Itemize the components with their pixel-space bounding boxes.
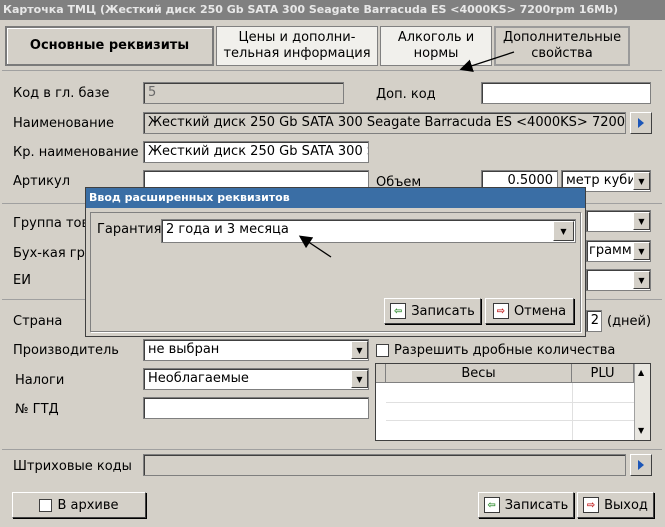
archive-toggle[interactable]: В архиве (12, 492, 146, 518)
weight-unit-value: грамм (589, 243, 632, 258)
archive-label: В архиве (57, 497, 119, 513)
column-scales-header[interactable]: Весы (386, 364, 572, 383)
column-plu-label: PLU (590, 365, 615, 381)
tab-extra-label: Дополнительные свойства (502, 30, 622, 61)
taxes-label: Налоги (15, 373, 65, 388)
barcodes-field[interactable] (143, 454, 626, 476)
dialog-title: Ввод расширенных реквизитов (86, 188, 585, 208)
table-row (386, 402, 634, 403)
article-label: Артикул (13, 174, 71, 189)
dialog-save-button[interactable]: ⇦ Записать (384, 298, 481, 324)
table-row (386, 420, 634, 421)
warranty-value: 2 года и 3 месяца (166, 222, 289, 237)
chevron-down-icon[interactable]: ▼ (633, 172, 650, 190)
tab-alcohol-label: Алкоголь и нормы (397, 30, 475, 61)
arrow-right-icon (638, 118, 644, 128)
save-button[interactable]: ⇦ Записать (478, 492, 574, 518)
accounting-group-label: Бух-кая гр (13, 246, 85, 261)
save-icon: ⇦ (390, 303, 407, 319)
panel-border (2, 70, 662, 71)
tab-alcohol[interactable]: Алкоголь и нормы (380, 26, 492, 66)
column-scales-label: Весы (461, 365, 496, 381)
producer-label: Производитель (13, 343, 119, 358)
dialog-cancel-label: Отмена (513, 303, 567, 319)
name-select-button[interactable] (630, 112, 652, 134)
code-field: 5 (143, 82, 344, 104)
scroll-down-icon[interactable]: ▼ (638, 426, 644, 435)
gtd-label: № ГТД (15, 402, 59, 417)
cancel-icon: ⇨ (492, 303, 509, 319)
arrow-right-icon (638, 460, 644, 470)
chevron-down-icon[interactable]: ▼ (351, 370, 368, 388)
table-scrollbar[interactable]: ▲ ▼ (634, 364, 650, 440)
exit-button[interactable]: ⇨ Выход (577, 492, 654, 518)
barcodes-label: Штриховые коды (13, 459, 132, 474)
days-field[interactable]: 2 (586, 310, 602, 332)
exit-label: Выход (604, 497, 648, 513)
fractional-checkbox[interactable] (376, 344, 389, 357)
archive-checkbox[interactable] (39, 498, 53, 512)
volume-unit-value: метр кубич (566, 173, 644, 188)
days-label: (дней) (607, 314, 652, 329)
name-label: Наименование (13, 116, 115, 131)
chevron-down-icon[interactable]: ▼ (633, 212, 650, 230)
tab-prices-label: Цены и дополни-тельная информация (223, 30, 371, 61)
chevron-down-icon[interactable]: ▼ (633, 271, 650, 289)
scales-table[interactable]: Весы PLU ▲ ▼ (375, 363, 651, 441)
warranty-label: Гарантия (97, 222, 162, 237)
save-icon: ⇦ (483, 497, 500, 513)
dialog-save-label: Записать (411, 303, 475, 319)
chevron-down-icon[interactable]: ▼ (553, 221, 574, 241)
warranty-select[interactable]: 2 года и 3 месяца (161, 219, 576, 243)
producer-select[interactable]: не выбран (143, 339, 369, 361)
tab-main-label: Основные реквизиты (29, 38, 190, 53)
producer-value: не выбран (148, 342, 220, 357)
extra-code-label: Доп. код (376, 87, 436, 102)
barcodes-select-button[interactable] (630, 454, 652, 476)
section-divider (2, 449, 662, 450)
table-row-header (376, 364, 386, 383)
column-plu-header[interactable]: PLU (572, 364, 634, 383)
table-col-line (572, 383, 573, 440)
scroll-up-icon[interactable]: ▲ (638, 368, 644, 377)
unit-label: ЕИ (13, 273, 31, 288)
exit-icon: ⇨ (583, 497, 600, 513)
gtd-field[interactable] (143, 397, 369, 419)
tab-extra-properties[interactable]: Дополнительные свойства (494, 26, 630, 66)
fractional-label: Разрешить дробные количества (394, 343, 616, 358)
dialog-cancel-button[interactable]: ⇨ Отмена (485, 298, 574, 324)
save-label: Записать (504, 497, 569, 513)
chevron-down-icon[interactable]: ▼ (633, 242, 650, 260)
extended-attributes-dialog: Ввод расширенных реквизитов Гарантия 2 г… (85, 187, 586, 337)
short-name-label: Кр. наименование (13, 145, 139, 160)
country-label: Страна (13, 314, 63, 329)
tab-prices[interactable]: Цены и дополни-тельная информация (216, 26, 378, 66)
tab-main[interactable]: Основные реквизиты (5, 26, 214, 66)
short-name-field[interactable]: Жесткий диск 250 Gb SATA 300 Seagate (143, 141, 369, 163)
chevron-down-icon[interactable]: ▼ (351, 341, 368, 359)
name-field[interactable]: Жесткий диск 250 Gb SATA 300 Seagate Bar… (143, 112, 626, 134)
taxes-select[interactable]: Необлагаемые (143, 368, 369, 390)
taxes-value: Необлагаемые (148, 371, 249, 386)
group-label: Группа тов (13, 216, 90, 231)
code-label: Код в гл. базе (13, 86, 110, 101)
window-title: Карточка ТМЦ (Жесткий диск 250 Gb SATA 3… (0, 0, 665, 20)
extra-code-field[interactable] (481, 82, 651, 104)
